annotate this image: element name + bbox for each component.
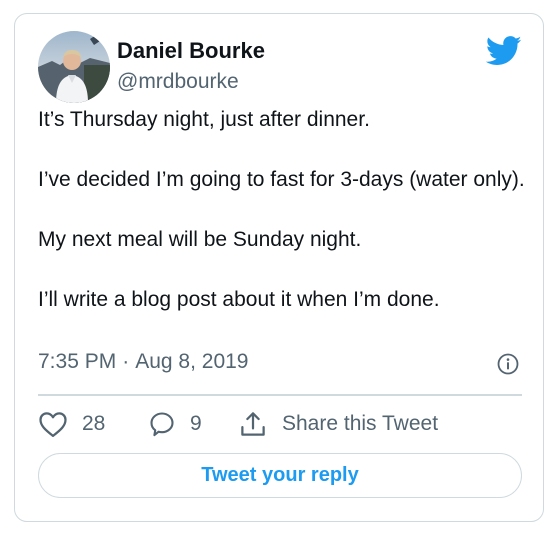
info-icon[interactable] — [496, 352, 520, 376]
tweet-paragraph: I’ll write a blog post about it when I’m… — [38, 288, 440, 311]
like-count: 28 — [82, 412, 106, 435]
avatar[interactable] — [38, 31, 110, 103]
tweet-paragraph: It’s Thursday night, just after dinner. — [38, 108, 370, 131]
tweet-timestamp[interactable]: 7:35 PM · Aug 8, 2019 — [38, 350, 248, 374]
author-name[interactable]: Daniel Bourke — [117, 38, 265, 64]
divider — [38, 394, 522, 396]
tweet-time[interactable]: 7:35 PM — [38, 350, 116, 373]
reply-count: 9 — [190, 412, 202, 435]
like-button[interactable]: 28 — [38, 408, 105, 440]
author-handle[interactable]: @mrdbourke — [117, 70, 239, 94]
tweet-actions: 28 9 Share this Tweet — [38, 408, 528, 440]
heart-icon — [38, 410, 68, 438]
tweet-card: Daniel Bourke @mrdbourke It’s Thursday n… — [14, 13, 544, 522]
twitter-bird-icon[interactable] — [485, 36, 522, 66]
reply-icon — [148, 410, 176, 438]
share-label: Share this Tweet — [282, 412, 439, 435]
reply-button[interactable]: 9 — [148, 408, 202, 440]
tweet-paragraph: I’ve decided I’m going to fast for 3-day… — [38, 168, 525, 191]
tweet-your-reply-button[interactable]: Tweet your reply — [38, 453, 522, 498]
tweet-date[interactable]: Aug 8, 2019 — [135, 350, 248, 373]
share-button[interactable]: Share this Tweet — [238, 408, 438, 440]
tweet-paragraph: My next meal will be Sunday night. — [38, 228, 362, 251]
share-icon — [238, 409, 268, 439]
timestamp-separator: · — [122, 350, 130, 373]
tweet-text: It’s Thursday night, just after dinner. … — [38, 105, 528, 315]
